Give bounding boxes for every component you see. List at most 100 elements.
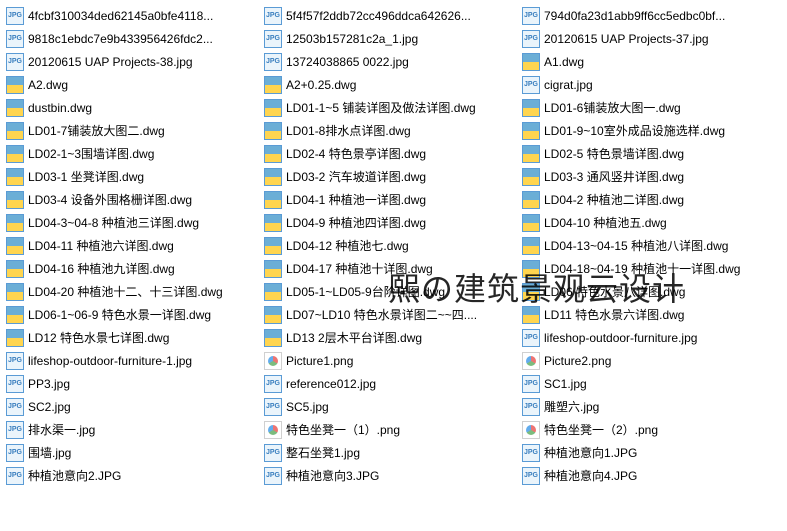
- file-item[interactable]: LD03-3 通风竖井详图.dwg: [520, 165, 778, 188]
- png-file-icon: [264, 421, 282, 439]
- file-item[interactable]: Picture2.png: [520, 349, 778, 372]
- file-item[interactable]: JPG12503b157281c2a_1.jpg: [262, 27, 520, 50]
- file-item[interactable]: JPGlifeshop-outdoor-furniture.jpg: [520, 326, 778, 349]
- dwg-file-icon: [6, 329, 24, 347]
- file-name-label: LD13 2层木平台详图.dwg: [286, 329, 422, 346]
- file-item[interactable]: LD01-8排水点详图.dwg: [262, 119, 520, 142]
- file-item[interactable]: LD06-1~06-9 特色水景一详图.dwg: [4, 303, 262, 326]
- file-item[interactable]: LD02-5 特色景墙详图.dwg: [520, 142, 778, 165]
- file-item[interactable]: LD01-7铺装放大图二.dwg: [4, 119, 262, 142]
- file-item[interactable]: JPG reference012.jpg: [262, 372, 520, 395]
- file-name-label: 20120615 UAP Projects-37.jpg: [544, 32, 709, 46]
- dwg-file-icon: [6, 283, 24, 301]
- file-item[interactable]: LD07~LD10 特色水景详图二~~四....: [262, 303, 520, 326]
- file-item[interactable]: LD04-9 种植池四详图.dwg: [262, 211, 520, 234]
- jpg-file-icon: JPG: [522, 329, 540, 347]
- file-item[interactable]: JPGlifeshop-outdoor-furniture-1.jpg: [4, 349, 262, 372]
- file-item[interactable]: LD04-16 种植池九详图.dwg: [4, 257, 262, 280]
- jpg-file-icon: JPG: [522, 76, 540, 94]
- file-name-label: LD04-20 种植池十二、十三详图.dwg: [28, 283, 223, 300]
- dwg-file-icon: [522, 237, 540, 255]
- file-name-label: LD07~LD10 特色水景详图二~~四....: [286, 306, 477, 323]
- file-item[interactable]: LD04-13~04-15 种植池八详图.dwg: [520, 234, 778, 257]
- file-name-label: Picture1.png: [286, 354, 353, 368]
- file-item[interactable]: JPG种植池意向2.JPG: [4, 464, 262, 487]
- file-item[interactable]: JPG种植池意向1.JPG: [520, 441, 778, 464]
- file-item[interactable]: JPG雕塑六.jpg: [520, 395, 778, 418]
- file-item[interactable]: JPG9818c1ebdc7e9b433956426fdc2...: [4, 27, 262, 50]
- file-name-label: 特色坐凳一（2）.png: [544, 421, 658, 438]
- file-name-label: reference012.jpg: [286, 377, 376, 391]
- dwg-file-icon: [522, 53, 540, 71]
- file-item[interactable]: LD04-12 种植池七.dwg: [262, 234, 520, 257]
- png-file-icon: [264, 352, 282, 370]
- dwg-file-icon: [264, 76, 282, 94]
- file-item[interactable]: JPG5f4f57f2ddb72cc496ddca642626...: [262, 4, 520, 27]
- file-item[interactable]: LD11 特色水景六详图.dwg: [520, 303, 778, 326]
- file-item[interactable]: JPG 20120615 UAP Projects-38.jpg: [4, 50, 262, 73]
- file-item[interactable]: LD03-2 汽车坡道详图.dwg: [262, 165, 520, 188]
- file-item[interactable]: LD04-2 种植池二详图.dwg: [520, 188, 778, 211]
- file-item[interactable]: LD01-9~10室外成品设施选样.dwg: [520, 119, 778, 142]
- file-item[interactable]: Picture1.png: [262, 349, 520, 372]
- file-item[interactable]: JPG种植池意向3.JPG: [262, 464, 520, 487]
- file-name-label: A2+0.25.dwg: [286, 78, 356, 92]
- file-item[interactable]: LD03-1 坐凳详图.dwg: [4, 165, 262, 188]
- file-name-label: LD01-7铺装放大图二.dwg: [28, 122, 165, 139]
- file-item[interactable]: 特色坐凳一（2）.png: [520, 418, 778, 441]
- file-name-label: A1.dwg: [544, 55, 584, 69]
- file-item[interactable]: JPGSC5.jpg: [262, 395, 520, 418]
- file-item[interactable]: LD06 特色水景八详图.dwg: [520, 280, 778, 303]
- file-name-label: 794d0fa23d1abb9ff6cc5edbc0bf...: [544, 9, 725, 23]
- file-item[interactable]: A2+0.25.dwg: [262, 73, 520, 96]
- file-item[interactable]: JPGSC1.jpg: [520, 372, 778, 395]
- dwg-file-icon: [264, 306, 282, 324]
- jpg-file-icon: JPG: [264, 53, 282, 71]
- jpg-file-icon: JPG: [6, 398, 24, 416]
- file-item[interactable]: LD04-10 种植池五.dwg: [520, 211, 778, 234]
- file-item[interactable]: LD04-18~04-19 种植池十一详图.dwg: [520, 257, 778, 280]
- file-item[interactable]: LD04-1 种植池一详图.dwg: [262, 188, 520, 211]
- file-item[interactable]: JPG围墙.jpg: [4, 441, 262, 464]
- dwg-file-icon: [264, 260, 282, 278]
- file-item[interactable]: 特色坐凳一（1）.png: [262, 418, 520, 441]
- jpg-file-icon: JPG: [6, 53, 24, 71]
- dwg-file-icon: [264, 191, 282, 209]
- file-item[interactable]: dustbin.dwg: [4, 96, 262, 119]
- file-item[interactable]: JPG4fcbf310034ded62145a0bfe4118...: [4, 4, 262, 27]
- file-item[interactable]: LD01-6铺装放大图一.dwg: [520, 96, 778, 119]
- file-name-label: LD02-4 特色景亭详图.dwg: [286, 145, 426, 162]
- dwg-file-icon: [522, 168, 540, 186]
- file-item[interactable]: LD04-17 种植池十详图.dwg: [262, 257, 520, 280]
- file-item[interactable]: LD04-3~04-8 种植池三详图.dwg: [4, 211, 262, 234]
- file-name-label: LD11 特色水景六详图.dwg: [544, 306, 684, 323]
- file-item[interactable]: JPGSC2.jpg: [4, 395, 262, 418]
- file-item[interactable]: LD02-4 特色景亭详图.dwg: [262, 142, 520, 165]
- file-name-label: Picture2.png: [544, 354, 611, 368]
- file-item[interactable]: JPGcigrat.jpg: [520, 73, 778, 96]
- file-item[interactable]: LD04-11 种植池六详图.dwg: [4, 234, 262, 257]
- dwg-file-icon: [264, 237, 282, 255]
- file-item[interactable]: JPG种植池意向4.JPG: [520, 464, 778, 487]
- file-item[interactable]: LD03-4 设备外围格栅详图.dwg: [4, 188, 262, 211]
- dwg-file-icon: [264, 168, 282, 186]
- file-name-label: SC1.jpg: [544, 377, 587, 391]
- jpg-file-icon: JPG: [264, 375, 282, 393]
- file-item[interactable]: LD13 2层木平台详图.dwg: [262, 326, 520, 349]
- file-item[interactable]: JPG13724038865 0022.jpg: [262, 50, 520, 73]
- file-item[interactable]: JPGPP3.jpg: [4, 372, 262, 395]
- file-item[interactable]: LD05-1~LD05-9台阶详图.dwg: [262, 280, 520, 303]
- file-item[interactable]: JPG排水渠一.jpg: [4, 418, 262, 441]
- file-item[interactable]: JPG整石坐凳1.jpg: [262, 441, 520, 464]
- file-item[interactable]: LD01-1~5 铺装详图及做法详图.dwg: [262, 96, 520, 119]
- file-item[interactable]: A1.dwg: [520, 50, 778, 73]
- file-item[interactable]: LD12 特色水景七详图.dwg: [4, 326, 262, 349]
- file-item[interactable]: LD02-1~3围墙详图.dwg: [4, 142, 262, 165]
- file-item[interactable]: LD04-20 种植池十二、十三详图.dwg: [4, 280, 262, 303]
- file-name-label: 20120615 UAP Projects-38.jpg: [28, 55, 193, 69]
- jpg-file-icon: JPG: [264, 467, 282, 485]
- file-item[interactable]: A2.dwg: [4, 73, 262, 96]
- file-item[interactable]: JPG794d0fa23d1abb9ff6cc5edbc0bf...: [520, 4, 778, 27]
- file-item[interactable]: JPG20120615 UAP Projects-37.jpg: [520, 27, 778, 50]
- jpg-file-icon: JPG: [6, 7, 24, 25]
